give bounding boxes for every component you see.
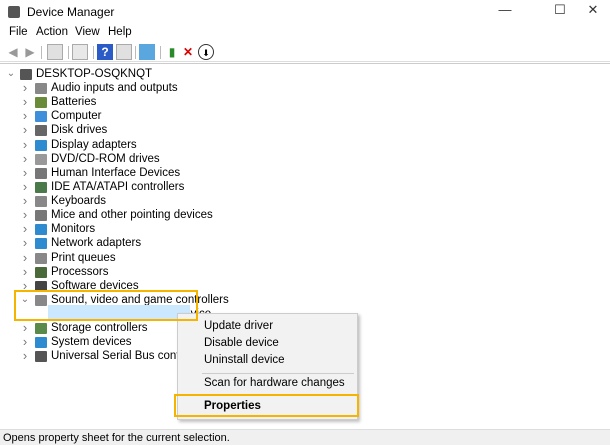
- device-category-icon: [35, 97, 47, 109]
- tree-item-label: DVD/CD-ROM drives: [51, 152, 160, 165]
- status-bar: Opens property sheet for the current sel…: [0, 429, 610, 445]
- computer-icon: [20, 69, 32, 80]
- help-icon[interactable]: ?: [97, 44, 113, 60]
- close-button[interactable]: ✕: [578, 2, 608, 22]
- properties-icon[interactable]: [72, 44, 88, 60]
- tree-item-label: Audio inputs and outputs: [51, 82, 178, 94]
- expand-chevron-icon[interactable]: ›: [20, 222, 30, 236]
- expand-chevron-icon[interactable]: ›: [20, 151, 30, 166]
- menu-action[interactable]: Action: [36, 26, 68, 38]
- tree-item-label: Processors: [51, 265, 109, 278]
- expand-chevron-icon[interactable]: ›: [20, 208, 30, 222]
- separator: [160, 46, 161, 59]
- device-category-icon: [35, 181, 47, 193]
- expand-chevron-icon[interactable]: ⌄: [6, 67, 16, 81]
- separator: [68, 46, 69, 59]
- toolbar: ◀ ▶ ? ▮ ✕ ⬇: [0, 42, 610, 62]
- window-title: Device Manager: [27, 5, 115, 19]
- forward-icon[interactable]: ▶: [22, 44, 38, 60]
- tree-item-label: Disk drives: [51, 124, 108, 137]
- menu-view[interactable]: View: [75, 26, 100, 38]
- expand-chevron-icon[interactable]: ›: [20, 236, 30, 250]
- scan-hardware-icon[interactable]: [139, 44, 155, 60]
- tree-item-label: System devices: [51, 336, 132, 349]
- menu-item-disable-device[interactable]: Disable device: [204, 337, 279, 349]
- device-category-icon: [35, 323, 47, 335]
- highlight-box-properties: [174, 394, 359, 417]
- expand-chevron-icon[interactable]: ›: [20, 123, 30, 137]
- tree-item-label: Human Interface Devices: [51, 166, 181, 179]
- expand-chevron-icon[interactable]: ›: [20, 109, 30, 123]
- tree-item-label: IDE ATA/ATAPI controllers: [51, 180, 185, 193]
- disable-device-icon[interactable]: ⬇: [198, 44, 214, 60]
- device-category-icon: [35, 238, 47, 250]
- menu-bar: File Action View Help: [0, 24, 610, 42]
- tree-item-label: Computer: [51, 110, 102, 123]
- show-hide-console-tree-icon[interactable]: [47, 44, 63, 60]
- device-category-icon: [35, 111, 47, 123]
- title-bar: Device Manager — ☐ ✕: [0, 0, 610, 24]
- tree-item-label: Keyboards: [51, 195, 106, 208]
- menu-item-scan-hardware[interactable]: Scan for hardware changes: [204, 377, 345, 389]
- minimize-button[interactable]: —: [490, 2, 520, 22]
- maximize-button[interactable]: ☐: [545, 2, 575, 22]
- device-category-icon: [35, 153, 47, 165]
- separator: [41, 46, 42, 59]
- device-category-icon: [35, 139, 47, 151]
- highlight-box-sound-controllers: [14, 290, 198, 321]
- uninstall-icon[interactable]: ✕: [180, 44, 196, 60]
- separator: [93, 46, 94, 59]
- expand-chevron-icon[interactable]: ›: [20, 95, 30, 109]
- expand-chevron-icon[interactable]: ›: [20, 349, 30, 363]
- update-driver-icon[interactable]: ▮: [164, 44, 180, 60]
- tree-item-label: Batteries: [51, 96, 97, 109]
- menu-item-update-driver[interactable]: Update driver: [204, 320, 273, 332]
- device-manager-icon: [8, 6, 20, 18]
- expand-chevron-icon[interactable]: ›: [20, 264, 30, 279]
- action-pane-icon[interactable]: [116, 44, 132, 60]
- expand-chevron-icon[interactable]: ›: [20, 179, 30, 194]
- device-category-icon: [35, 125, 47, 137]
- device-category-icon: [35, 167, 47, 179]
- device-category-icon: [35, 196, 47, 208]
- device-category-icon: [35, 224, 47, 236]
- device-category-icon: [35, 266, 47, 278]
- expand-chevron-icon[interactable]: ›: [20, 81, 30, 95]
- separator: [135, 46, 136, 59]
- expand-chevron-icon[interactable]: ›: [20, 137, 30, 152]
- menu-help[interactable]: Help: [108, 26, 132, 38]
- tree-item-label: Storage controllers: [51, 322, 148, 335]
- device-category-icon: [35, 83, 47, 94]
- expand-chevron-icon[interactable]: ›: [20, 335, 30, 349]
- device-category-icon: [35, 337, 47, 349]
- menu-file[interactable]: File: [9, 26, 28, 38]
- expand-chevron-icon[interactable]: ›: [20, 194, 30, 208]
- menu-item-uninstall-device[interactable]: Uninstall device: [204, 354, 285, 366]
- expand-chevron-icon[interactable]: ›: [20, 165, 30, 180]
- device-category-icon: [35, 252, 47, 264]
- tree-item-label: Monitors: [51, 223, 96, 236]
- device-category-icon: [35, 351, 47, 363]
- tree-root-label: DESKTOP-OSQKNQT: [36, 68, 153, 80]
- tree-item-label: Mice and other pointing devices: [51, 209, 213, 222]
- device-category-icon: [35, 210, 47, 222]
- tree-item-label: Print queues: [51, 251, 116, 264]
- tree-item-label: Network adapters: [51, 237, 142, 250]
- menu-separator: [202, 373, 354, 374]
- expand-chevron-icon[interactable]: ›: [20, 250, 30, 265]
- tree-item-label: Display adapters: [51, 138, 137, 151]
- expand-chevron-icon[interactable]: ›: [20, 321, 30, 335]
- back-icon[interactable]: ◀: [5, 44, 21, 60]
